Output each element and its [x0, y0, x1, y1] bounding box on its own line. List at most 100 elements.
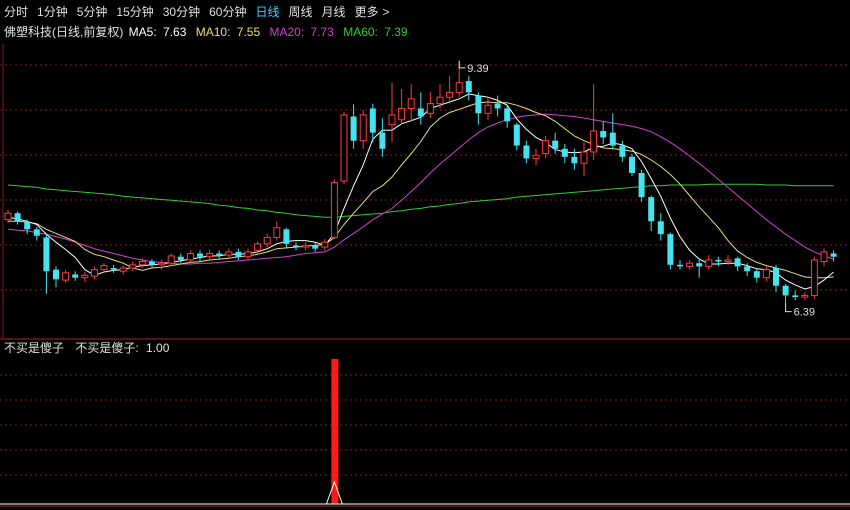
- candle-body: [773, 268, 779, 286]
- high-price-label: 9.39: [467, 63, 488, 75]
- ma10-value: 7.55: [237, 25, 261, 39]
- ma60-label: MA60:: [343, 25, 378, 39]
- candle: [216, 250, 223, 259]
- candle: [206, 249, 214, 260]
- candle: [705, 255, 713, 270]
- candle-body: [186, 253, 194, 261]
- candle-body: [696, 263, 703, 267]
- candle-body: [648, 197, 655, 222]
- ma5-label: MA5:: [129, 25, 157, 39]
- candle-body: [484, 104, 492, 114]
- candle-body: [359, 114, 367, 142]
- candle: [657, 213, 664, 241]
- candle-body: [100, 265, 108, 271]
- candle-body: [619, 145, 626, 157]
- candle: [686, 259, 694, 270]
- candle-body: [762, 269, 770, 279]
- candle-body: [667, 234, 674, 265]
- candle: [667, 232, 674, 270]
- candle-body: [283, 229, 290, 244]
- candle-body: [561, 148, 568, 157]
- candle: [244, 248, 252, 260]
- candle: [532, 148, 540, 165]
- candle-body: [455, 82, 463, 93]
- candle: [340, 111, 348, 185]
- candle: [513, 122, 520, 151]
- low-price-label: 6.39: [794, 307, 815, 319]
- indicator-title: 不买是傻子: [4, 341, 64, 355]
- candle: [696, 258, 703, 278]
- candle-body: [494, 103, 501, 109]
- low-leader-line: [785, 302, 792, 313]
- candle-body: [657, 221, 664, 235]
- candle: [312, 242, 319, 252]
- candle: [359, 110, 367, 149]
- candle-body: [705, 259, 713, 267]
- candle-body: [388, 114, 396, 126]
- candle-body: [686, 262, 694, 267]
- candle-body: [465, 81, 472, 93]
- candle-body: [792, 295, 799, 298]
- candle: [62, 269, 70, 283]
- candle: [158, 259, 166, 270]
- candle: [600, 121, 607, 144]
- candle-body: [167, 255, 175, 264]
- candle: [167, 253, 175, 267]
- candle-body: [244, 251, 252, 258]
- candle-body: [744, 266, 751, 272]
- candle: [293, 242, 299, 251]
- candle-body: [715, 259, 722, 262]
- candle-body: [820, 251, 828, 263]
- candle-body: [638, 172, 645, 198]
- candle-body: [216, 253, 223, 256]
- candle: [14, 211, 21, 225]
- candle: [119, 265, 127, 275]
- indicator-panel-grid: [0, 374, 850, 476]
- candle-body: [609, 132, 616, 146]
- indicator-value: 1.00: [146, 341, 170, 355]
- candle: [830, 250, 837, 262]
- candle-body: [158, 262, 166, 266]
- candle: [149, 259, 155, 269]
- candle: [561, 143, 568, 164]
- candle: [321, 239, 329, 251]
- high-leader-line: [458, 60, 466, 69]
- candle: [504, 105, 511, 128]
- candle: [81, 272, 89, 282]
- candle-body: [293, 245, 299, 248]
- candle-body: [417, 108, 424, 117]
- candle: [484, 97, 492, 120]
- candle-body: [24, 221, 31, 230]
- candle-body: [407, 98, 415, 109]
- candle: [235, 248, 242, 260]
- candle-body: [724, 259, 732, 263]
- candle: [407, 84, 415, 122]
- main-panel-grid: [0, 44, 850, 338]
- candle-body: [436, 96, 444, 105]
- candle: [523, 140, 530, 164]
- ma5-value: 7.63: [163, 25, 187, 39]
- candle: [53, 266, 59, 288]
- chart-title: 佛塑科技(日线,前复权): [4, 24, 123, 39]
- candle-body: [369, 108, 376, 133]
- candle-body: [340, 114, 348, 182]
- candle-body: [90, 269, 98, 277]
- candle-body: [600, 131, 607, 138]
- high-low-annotations: 9.39 6.39: [458, 60, 815, 319]
- candle: [609, 113, 616, 149]
- candle: [33, 226, 40, 241]
- candle-body: [734, 258, 741, 267]
- candle-body: [330, 182, 338, 238]
- candle-body: [504, 108, 511, 122]
- candle-body: [72, 274, 79, 278]
- candle-body: [110, 268, 117, 270]
- candle: [90, 266, 98, 280]
- candle: [619, 140, 626, 162]
- candle-body: [590, 130, 598, 153]
- candle-body: [580, 151, 588, 164]
- candle-body: [4, 212, 12, 221]
- candle-body: [552, 140, 559, 149]
- candle-body: [254, 243, 262, 251]
- candle-body: [513, 124, 520, 146]
- indicator-legend: 不买是傻子 不买是傻子: 1.00: [4, 341, 170, 355]
